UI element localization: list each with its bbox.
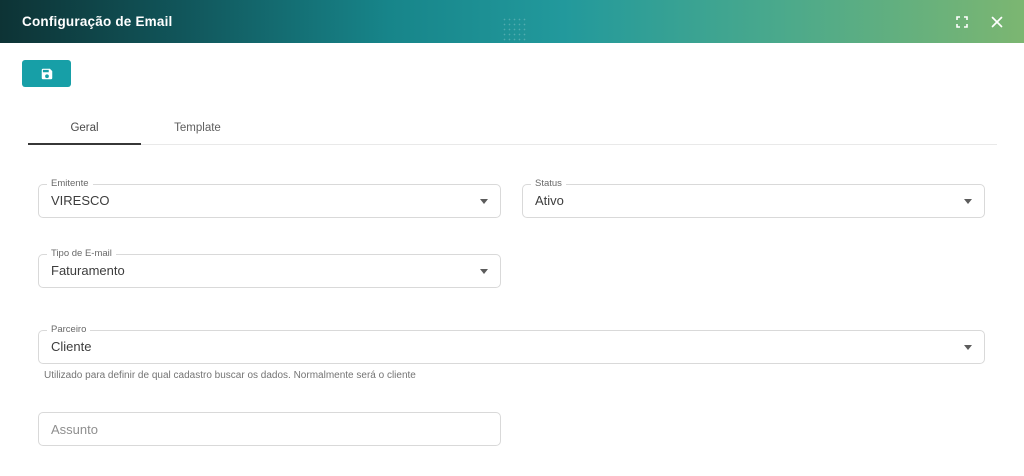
parceiro-select[interactable]: Parceiro Cliente <box>38 324 985 364</box>
save-button[interactable] <box>22 60 71 87</box>
emitente-value: VIRESCO <box>51 193 110 208</box>
emitente-label: Emitente <box>47 178 93 190</box>
status-select[interactable]: Status Ativo <box>522 178 985 218</box>
header-dots-decoration <box>502 17 526 43</box>
form-row-2-spacer <box>522 254 985 288</box>
form-row-1: Emitente VIRESCO Status Ativo <box>38 178 985 218</box>
parceiro-helper-text: Utilizado para definir de qual cadastro … <box>44 370 416 381</box>
floppy-save-icon <box>40 67 54 81</box>
chevron-down-icon <box>964 345 972 350</box>
fullscreen-icon <box>956 15 968 28</box>
chevron-down-icon <box>480 199 488 204</box>
window-controls <box>955 15 1004 29</box>
form-row-3: Parceiro Cliente Utilizado para definir … <box>38 324 985 381</box>
tipo-de-email-label: Tipo de E-mail <box>47 248 116 260</box>
tab-geral-label: Geral <box>70 121 99 134</box>
page-title: Configuração de Email <box>22 14 173 29</box>
parceiro-value: Cliente <box>51 339 92 354</box>
close-icon <box>991 16 1003 28</box>
tipo-de-email-select[interactable]: Tipo de E-mail Faturamento <box>38 248 501 288</box>
fullscreen-button[interactable] <box>955 15 969 29</box>
window-header: Configuração de Email <box>0 0 1024 43</box>
tab-geral[interactable]: Geral <box>28 111 141 145</box>
tab-template-label: Template <box>174 121 221 134</box>
tab-bar: Geral Template <box>28 111 997 145</box>
assunto-input[interactable] <box>38 412 501 446</box>
chevron-down-icon <box>964 199 972 204</box>
tab-template[interactable]: Template <box>141 111 254 144</box>
form-row-4 <box>38 412 501 446</box>
status-label: Status <box>531 178 566 190</box>
status-value: Ativo <box>535 193 564 208</box>
email-config-form: Emitente VIRESCO Status Ativo Tipo de E-… <box>0 145 1024 446</box>
parceiro-label: Parceiro <box>47 324 91 336</box>
form-row-2: Tipo de E-mail Faturamento <box>38 248 985 288</box>
chevron-down-icon <box>480 269 488 274</box>
close-button[interactable] <box>990 15 1004 29</box>
emitente-select[interactable]: Emitente VIRESCO <box>38 178 501 218</box>
